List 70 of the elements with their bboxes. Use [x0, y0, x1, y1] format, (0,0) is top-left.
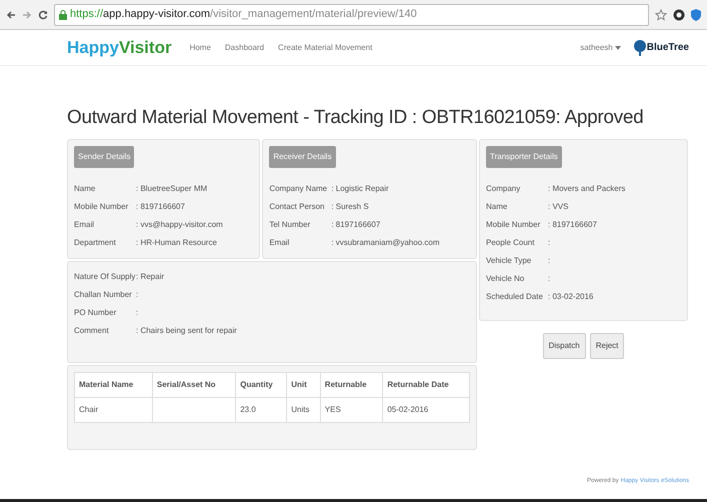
- field-label: People Count: [486, 236, 536, 249]
- field-label: Vehicle Type: [486, 254, 532, 267]
- field-label: PO Number: [74, 306, 118, 318]
- field-value: :: [548, 254, 550, 266]
- field-label: Scheduled Date: [486, 290, 544, 302]
- field-value: : VVS: [548, 200, 568, 212]
- column-header: Quantity: [236, 372, 287, 397]
- field-value: : BluetreeSuper MM: [136, 182, 208, 195]
- column-header: Returnable Date: [382, 372, 470, 397]
- back-icon[interactable]: [6, 10, 16, 20]
- field-label: Company: [486, 182, 522, 195]
- field-label: Contact Person: [269, 200, 326, 212]
- url-text: https://app.happy-visitor.com/visitor_management/material/preview/140: [70, 7, 417, 22]
- field-label: Company Name: [269, 182, 328, 195]
- field-label: Name: [486, 200, 508, 212]
- extension-icon[interactable]: [673, 8, 685, 20]
- address-bar[interactable]: https://app.happy-visitor.com/visitor_management/material/preview/140: [54, 4, 649, 26]
- table-cell: Chair: [74, 397, 152, 422]
- field-label: Mobile Number: [486, 218, 542, 230]
- field-value: :: [136, 288, 138, 300]
- section-heading: Sender Details: [74, 146, 134, 168]
- reload-icon[interactable]: [38, 10, 48, 20]
- column-header: Unit: [286, 372, 320, 397]
- table-cell: Units: [286, 397, 320, 422]
- section-heading: Receiver Details: [269, 146, 336, 168]
- field-value: :: [548, 236, 550, 248]
- field-value: :: [136, 306, 138, 318]
- field-value: : Suresh S: [331, 200, 369, 212]
- page-title: Outward Material Movement - Tracking ID : OBTR16021059: Approved: [67, 106, 644, 130]
- nav-link[interactable]: Dashboard: [224, 42, 264, 54]
- field-label: Comment: [74, 324, 110, 336]
- field-value: : 8197166607: [136, 200, 185, 212]
- field-label: Email: [269, 236, 290, 248]
- field-label: Mobile Number: [74, 200, 130, 212]
- nav-link[interactable]: Home: [190, 42, 211, 54]
- caret-icon[interactable]: [614, 46, 621, 50]
- field-value: : 03-02-2016: [548, 290, 594, 302]
- field-label: Department: [74, 236, 117, 249]
- table-cell: YES: [320, 397, 383, 422]
- field-value: : Movers and Packers: [548, 182, 626, 194]
- field-label: Name: [74, 182, 96, 194]
- field-label: Tel Number: [269, 218, 312, 230]
- column-header: Returnable: [320, 372, 383, 397]
- field-label: Vehicle No: [486, 272, 526, 284]
- shield-icon[interactable]: [691, 8, 701, 20]
- app-logo[interactable]: HappyVisitor: [67, 34, 172, 60]
- user-menu[interactable]: satheesh: [580, 42, 613, 54]
- field-value: :: [548, 272, 550, 284]
- table-cell: 05-02-2016: [382, 397, 470, 422]
- section-heading: Transporter Details: [486, 146, 562, 168]
- nav-link[interactable]: Create Material Movement: [278, 42, 372, 54]
- action-button[interactable]: Dispatch: [542, 332, 586, 358]
- field-value: : HR-Human Resource: [136, 236, 217, 248]
- column-header: Material Name: [74, 372, 152, 397]
- field-label: Challan Number: [74, 288, 133, 300]
- field-value: : 8197166607: [331, 218, 380, 230]
- field-value: : 8197166607: [548, 218, 597, 230]
- field-value: : vvsubramaniam@yahoo.com: [331, 236, 440, 249]
- field-value: : Repair: [136, 270, 164, 283]
- star-icon[interactable]: [655, 8, 667, 20]
- action-button[interactable]: Reject: [590, 332, 624, 358]
- field-label: Email: [74, 218, 96, 230]
- field-value: : vvs@happy-visitor.com: [136, 218, 223, 231]
- partner-logo: BlueTree: [632, 40, 689, 56]
- field-label: Nature Of Supply: [74, 270, 136, 283]
- lock-icon: [59, 10, 67, 20]
- field-value: : Logistic Repair: [331, 182, 389, 195]
- column-header: Serial/Asset No: [152, 372, 236, 397]
- table-cell: 23.0: [236, 397, 287, 422]
- field-value: : Chairs being sent for repair: [136, 324, 237, 337]
